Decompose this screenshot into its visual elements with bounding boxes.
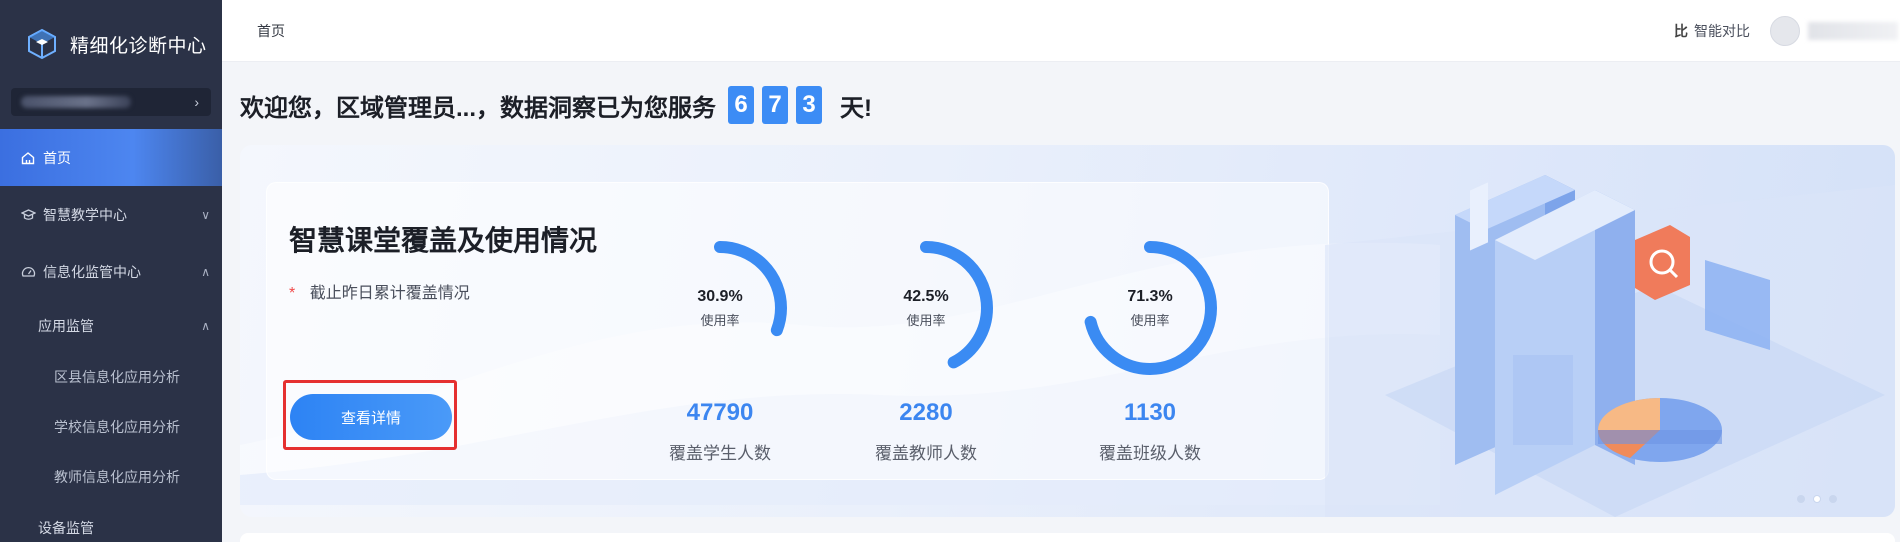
sidebar: 精细化诊断中心 › 首页 智慧教学中心 ∨ 信息化监管中心 ∧ 应用监管 ∧ 区… [0,0,222,542]
brand[interactable]: 精细化诊断中心 [0,0,222,88]
service-days-digit: 6 [728,86,755,124]
org-selector[interactable]: › [11,88,211,116]
next-section-panel [240,533,1895,542]
ring-label: 71.3% 使用率 [1075,233,1225,383]
welcome-banner-text: 欢迎您，区域管理员...，数据洞察已为您服务 6 7 3 天! [240,86,872,124]
carousel-dot-active[interactable] [1813,495,1821,503]
sidebar-leaf-teacher-analysis[interactable]: 教师信息化应用分析 [0,452,222,502]
sidebar-subitem-device-supervision[interactable]: 设备监管 [0,502,222,542]
sidebar-item-home[interactable]: 首页 [0,129,222,186]
sidebar-leaf-school-analysis[interactable]: 学校信息化应用分析 [0,402,222,452]
stat-value: 1130 [1123,399,1177,426]
ring-label: 30.9% 使用率 [645,233,795,383]
sidebar-leaf-district-analysis[interactable]: 区县信息化应用分析 [0,352,222,402]
smart-compare-button[interactable]: 比 智能对比 [1674,21,1750,41]
breadcrumb[interactable]: 首页 [257,21,285,41]
home-icon [20,150,36,166]
card-title: 智慧课堂覆盖及使用情况 [289,225,598,256]
chevron-up-icon: ∧ [201,264,210,279]
compare-icon: 比 [1674,23,1688,39]
cube-logo-icon [28,28,56,60]
chevron-down-icon: ∨ [201,207,210,222]
sidebar-item-label: 智慧教学中心 [43,206,127,223]
graduation-cap-icon [20,207,36,223]
carousel-indicators [1797,495,1837,503]
usage-caption: 使用率 [700,312,740,328]
stat-classes: 71.3% 使用率 1130 覆盖班级人数 [1075,233,1225,463]
books-chart-illustration [1325,175,1895,517]
sidebar-item-smart-teaching[interactable]: 智慧教学中心 ∨ [0,186,222,243]
card-subtitle: * 截止昨日累计覆盖情况 [289,279,470,303]
carousel-dot[interactable] [1797,495,1805,503]
welcome-text: 欢迎您，区域管理员...，数据洞察已为您服务 [240,94,717,122]
stat-students: 30.9% 使用率 47790 覆盖学生人数 [645,233,795,463]
stat-label: 覆盖教师人数 [875,444,977,463]
header-actions: 比 智能对比 [1674,0,1900,62]
usage-percent: 71.3% [1127,287,1173,305]
stat-value: 2280 [899,399,953,426]
card-subtitle-text: 截止昨日累计覆盖情况 [309,285,470,302]
avatar[interactable] [1770,16,1800,46]
sidebar-subitem-app-supervision[interactable]: 应用监管 ∧ [0,300,222,352]
smart-compare-label: 智能对比 [1694,23,1750,39]
view-details-button[interactable]: 查看详情 [290,394,452,440]
ring-label: 42.5% 使用率 [851,233,1001,383]
top-header: 首页 比 智能对比 [222,0,1900,62]
usage-caption: 使用率 [1130,312,1170,328]
stat-value: 47790 [686,399,754,426]
usage-percent: 42.5% [903,287,949,305]
service-days-digit: 7 [762,86,789,124]
sidebar-item-label: 信息化监管中心 [43,263,141,280]
stat-label: 覆盖班级人数 [1099,444,1201,463]
welcome-suffix: 天! [840,94,873,122]
carousel-dot[interactable] [1829,495,1837,503]
chevron-right-icon: › [194,94,199,110]
org-name-redacted [21,96,131,108]
chevron-up-icon: ∧ [201,319,210,333]
brand-title: 精细化诊断中心 [70,35,207,57]
sidebar-item-label: 应用监管 [38,318,94,334]
service-days-digit: 3 [796,86,823,124]
stat-teachers: 42.5% 使用率 2280 覆盖教师人数 [851,233,1001,463]
sidebar-nav: 首页 智慧教学中心 ∨ 信息化监管中心 ∧ 应用监管 ∧ 区县信息化应用分析 学… [0,129,222,542]
coverage-card: 智慧课堂覆盖及使用情况 * 截止昨日累计覆盖情况 查看详情 30.9% 使用率 … [266,182,1329,480]
usage-percent: 30.9% [697,287,743,305]
required-star: * [289,285,296,302]
coverage-banner: 智慧课堂覆盖及使用情况 * 截止昨日累计覆盖情况 查看详情 30.9% 使用率 … [240,145,1895,517]
sidebar-item-label: 设备监管 [38,520,94,536]
username-redacted[interactable] [1808,22,1898,40]
sidebar-item-label: 首页 [43,149,71,166]
usage-caption: 使用率 [906,312,946,328]
stat-label: 覆盖学生人数 [669,444,771,463]
dashboard-gauge-icon [20,264,36,280]
sidebar-item-info-supervision[interactable]: 信息化监管中心 ∧ [0,243,222,300]
